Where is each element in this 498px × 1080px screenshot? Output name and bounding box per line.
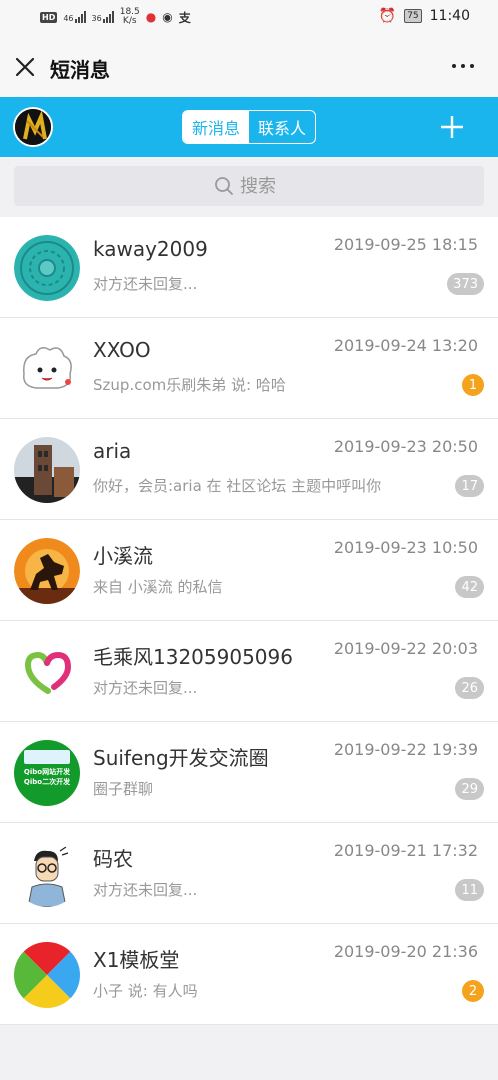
contact-name: kaway2009 [93,237,208,261]
logo-icon [15,109,51,145]
avatar [14,235,80,301]
conversation-row[interactable]: kaway2009 2019-09-25 18:15 对方还未回复... 373 [0,217,498,318]
signal-bars-icon [74,11,86,23]
message-time: 2019-09-25 18:15 [333,235,478,254]
unread-badge: 42 [455,576,484,598]
unread-badge: 29 [455,778,484,800]
more-menu-button[interactable] [452,64,474,68]
status-left: HD 46 36 18.5 K/s ● ◉ 支 [40,8,191,26]
signal-bars-icon [102,11,114,23]
network-speed: 18.5 K/s [119,7,140,26]
message-preview: 你好，会员:aria 在 社区论坛 主题中呼叫你 [93,477,382,495]
alipay-icon: 支 [178,10,191,25]
message-preview: 对方还未回复... [93,881,198,899]
status-bar: HD 46 36 18.5 K/s ● ◉ 支 ⏰ 75 11:40 [0,0,498,38]
message-preview: 小子 说: 有人吗 [93,982,198,1000]
unread-badge: 1 [462,374,484,396]
avatar [14,336,80,402]
message-time: 2019-09-21 17:32 [333,841,478,860]
tab-new-messages[interactable]: 新消息 [183,111,249,143]
tower-photo-avatar-icon [14,437,80,503]
avatar [14,942,80,1008]
conversation-row[interactable]: Qibo网站开发 Qibo二次开发 Suifeng开发交流圈 2019-09-2… [0,722,498,823]
conversation-row[interactable]: X1模板堂 2019-09-20 21:36 小子 说: 有人吗 2 [0,924,498,1025]
contact-name: Suifeng开发交流圈 [93,746,269,770]
status-right: ⏰ 75 11:40 [379,8,470,24]
search-icon [215,177,233,195]
signal-2: 36 [92,11,114,23]
search-input[interactable] [240,175,284,197]
conversation-row[interactable]: 毛乘风13205905096 2019-09-22 20:03 对方还未回复..… [0,621,498,722]
add-icon[interactable] [440,115,464,139]
page-title: 短消息 [50,58,110,82]
contact-name: 小溪流 [93,544,153,568]
conversation-row[interactable]: 码农 2019-09-21 17:32 对方还未回复... 11 [0,823,498,924]
unread-badge: 11 [455,879,484,901]
clock: 11:40 [429,8,470,24]
contact-name: 毛乘风13205905096 [93,645,293,669]
contact-name: 码农 [93,847,133,871]
close-icon[interactable] [12,54,38,80]
unread-badge: 373 [447,273,484,295]
fluffy-creature-avatar-icon [14,336,80,402]
programmer-cartoon-avatar-icon [14,841,80,907]
battery-icon: 75 [404,9,422,23]
contact-name: XXOO [93,338,151,362]
message-preview: 圈子群聊 [93,780,154,798]
avatar [14,538,80,604]
message-time: 2019-09-20 21:36 [333,942,478,961]
dot-icon [470,64,474,68]
title-bar: 短消息 [0,38,498,97]
message-time: 2019-09-22 19:39 [333,740,478,759]
search-section [0,157,498,215]
app-toolbar: 新消息 联系人 [0,97,498,157]
app-icon: ◉ [162,10,173,24]
conversation-row[interactable]: aria 2019-09-23 20:50 你好，会员:aria 在 社区论坛 … [0,419,498,520]
avatar [14,639,80,705]
dot-icon [452,64,456,68]
avatar [14,437,80,503]
heart-logo-avatar-icon [14,639,80,705]
tab-contacts[interactable]: 联系人 [249,111,315,143]
app-logo[interactable] [13,107,53,147]
unread-badge: 17 [455,475,484,497]
message-preview: Szup.com乐刷朱弟 说: 哈哈 [93,376,286,394]
message-time: 2019-09-22 20:03 [333,639,478,658]
conversation-row[interactable]: 小溪流 2019-09-23 10:50 来自 小溪流 的私信 42 [0,520,498,621]
message-preview: 对方还未回复... [93,679,198,697]
alarm-icon: ⏰ [378,8,397,24]
signal-1: 46 [63,11,86,23]
contact-name: aria [93,439,132,463]
message-preview: 对方还未回复... [93,275,198,293]
message-time: 2019-09-23 20:50 [333,437,478,456]
color-wheel-avatar-icon [14,942,80,1008]
conversation-list: kaway2009 2019-09-25 18:15 对方还未回复... 373… [0,217,498,1025]
avatar [14,841,80,907]
search-bar[interactable] [14,166,484,206]
message-time: 2019-09-24 13:20 [333,336,478,355]
group-avatar-text-2: Qibo二次开发 [23,778,71,786]
ornament-avatar-icon [14,235,80,301]
horse-rider-avatar-icon [14,538,80,604]
unread-badge: 26 [455,677,484,699]
group-avatar-banner [24,750,70,764]
dot-icon [461,64,465,68]
conversation-row[interactable]: XXOO 2019-09-24 13:20 Szup.com乐刷朱弟 说: 哈哈… [0,318,498,419]
unread-badge: 2 [462,980,484,1002]
message-preview: 来自 小溪流 的私信 [93,578,223,596]
map-pin-icon: ● [145,10,157,24]
group-avatar-text-1: Qibo网站开发 [23,768,71,776]
tab-switcher: 新消息 联系人 [182,110,316,144]
avatar: Qibo网站开发 Qibo二次开发 [14,740,80,806]
contact-name: X1模板堂 [93,948,180,972]
message-time: 2019-09-23 10:50 [333,538,478,557]
hd-badge: HD [40,11,58,23]
